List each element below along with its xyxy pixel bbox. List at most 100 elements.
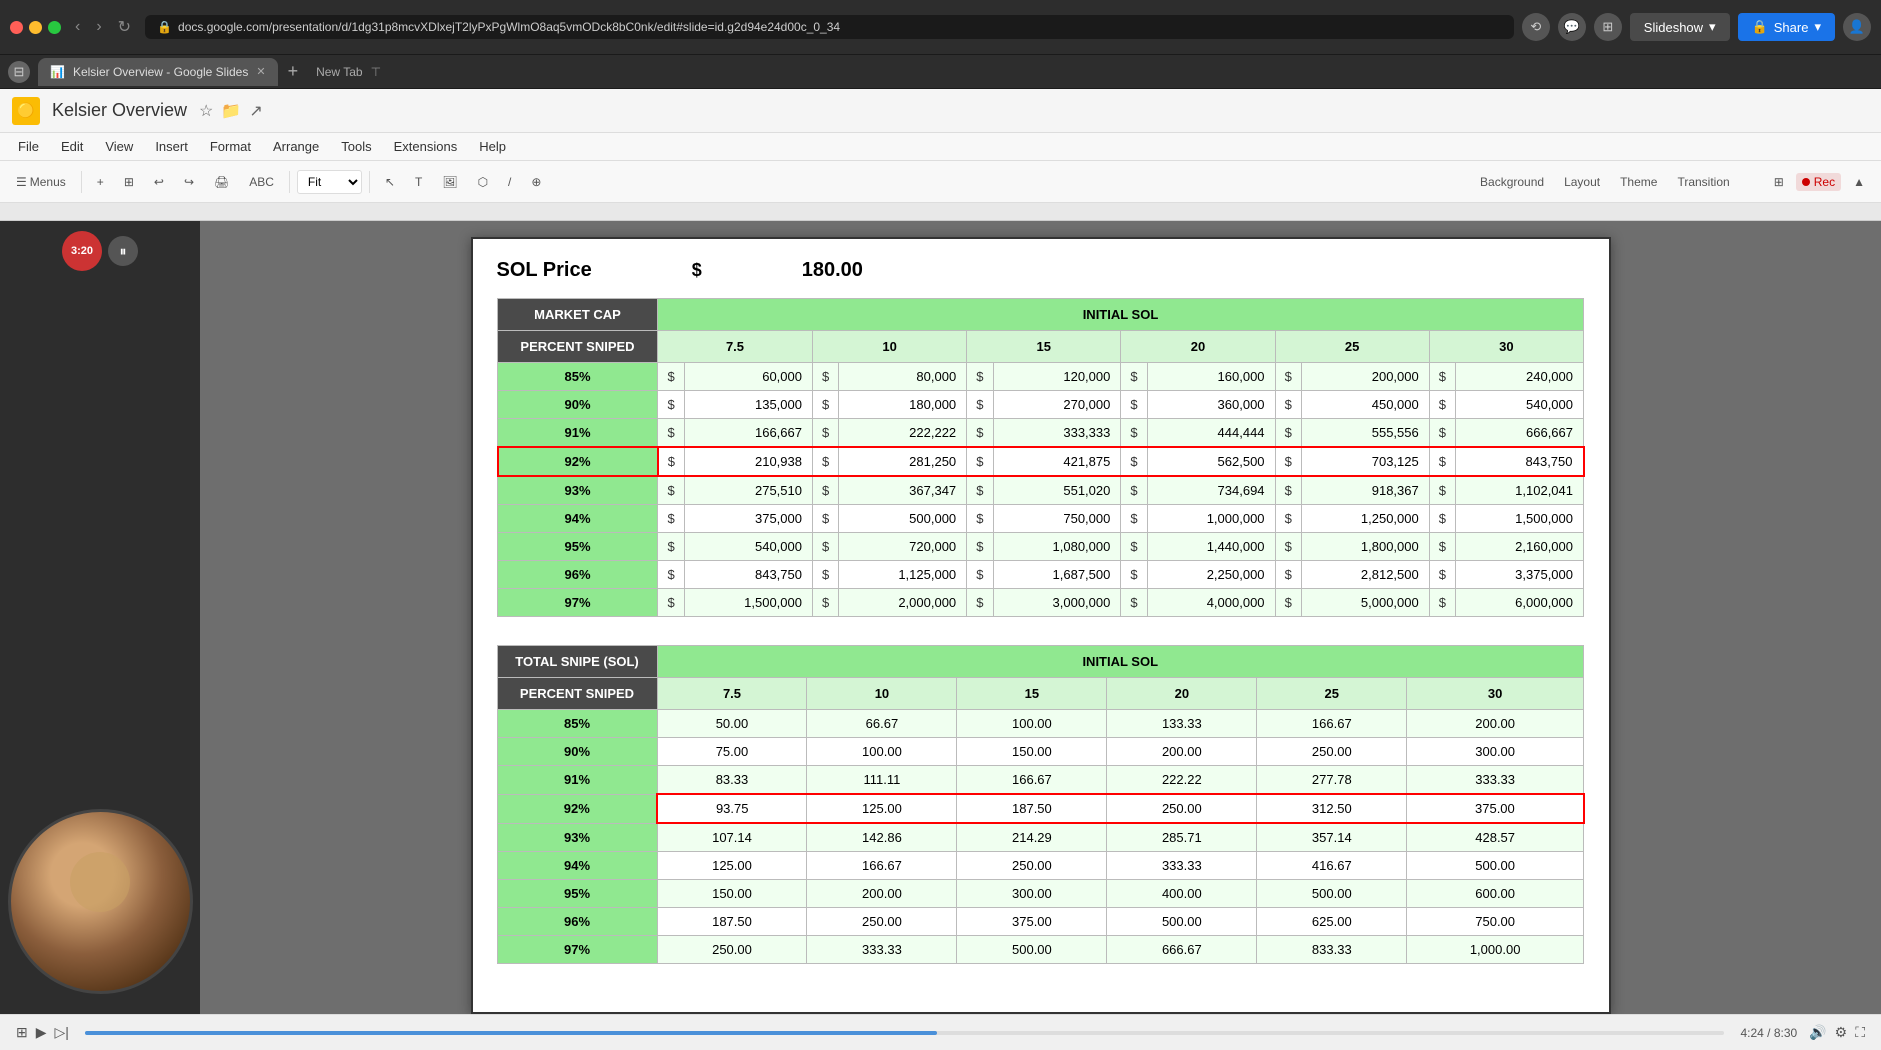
app-logo: 🟡 xyxy=(12,97,40,125)
snipe-value-cell: 83.33 xyxy=(657,766,807,795)
market-cap-table-container: MARKET CAP INITIAL SOL PERCENT SNIPED 7.… xyxy=(497,298,1585,617)
initial-sol-header-2: INITIAL SOL xyxy=(657,646,1584,678)
dollar-sign: $ xyxy=(1121,391,1147,419)
undo-button[interactable]: ↩ xyxy=(146,171,172,193)
value-cell: 918,367 xyxy=(1301,476,1429,505)
dollar-sign: $ xyxy=(967,363,993,391)
account-icon[interactable]: 👤 xyxy=(1843,13,1871,41)
value-cell: 2,160,000 xyxy=(1456,533,1584,561)
maximize-button[interactable] xyxy=(48,21,61,34)
rec-time: 3:20 xyxy=(71,245,93,257)
tab-kelsier[interactable]: 📊 Kelsier Overview - Google Slides ✕ xyxy=(38,58,278,86)
fit-screen-button[interactable]: ⊞ xyxy=(1766,171,1792,193)
share-doc-icon[interactable]: ↗ xyxy=(249,101,262,121)
menu-arrange[interactable]: Arrange xyxy=(263,136,329,157)
image-tool[interactable]: 🖼 xyxy=(434,171,465,193)
more-shapes[interactable]: ⊕ xyxy=(523,171,549,193)
layout-sel-button[interactable]: Layout xyxy=(1556,171,1608,193)
line-tool[interactable]: / xyxy=(500,171,519,193)
progress-bar-container[interactable] xyxy=(69,1031,1741,1035)
snipe-value-cell: 285.71 xyxy=(1107,823,1257,852)
progress-bar[interactable] xyxy=(85,1031,1725,1035)
snipe-value-cell: 133.33 xyxy=(1107,710,1257,738)
share-button[interactable]: 🔒 Share ▾ xyxy=(1738,13,1835,41)
comment-icon[interactable]: 💬 xyxy=(1558,13,1586,41)
main-area: 3:20 ⏸ SOL Price $ 180.00 xyxy=(0,221,1881,1014)
table-row: 97%250.00333.33500.00666.67833.331,000.0… xyxy=(497,936,1584,964)
chevron-up-button[interactable]: ▲ xyxy=(1845,171,1873,193)
transition-button[interactable]: Transition xyxy=(1669,171,1737,193)
refresh-button[interactable]: ↻ xyxy=(112,15,137,39)
snipe-value-cell: 214.29 xyxy=(957,823,1107,852)
star-icon[interactable]: ☆ xyxy=(199,101,213,121)
menu-format[interactable]: Format xyxy=(200,136,261,157)
shape-tool[interactable]: ⬡ xyxy=(470,171,496,193)
value-cell: 450,000 xyxy=(1301,391,1429,419)
spell-button[interactable]: ABC xyxy=(241,171,282,193)
snipe-value-cell: 150.00 xyxy=(657,880,807,908)
tab-bar: ⊟ 📊 Kelsier Overview - Google Slides ✕ +… xyxy=(0,55,1881,89)
grid-view-button[interactable]: ⊞ xyxy=(16,1024,28,1041)
value-cell: 750,000 xyxy=(993,505,1121,533)
slideshow-label: Slideshow xyxy=(1644,20,1703,35)
text-tool[interactable]: T xyxy=(407,171,430,193)
redo-button[interactable]: ↪ xyxy=(176,171,202,193)
dollar-sign: $ xyxy=(967,589,993,617)
menu-file[interactable]: File xyxy=(8,136,49,157)
menu-extensions[interactable]: Extensions xyxy=(384,136,468,157)
rec-timer: 3:20 xyxy=(62,231,102,271)
tab-close-icon[interactable]: ✕ xyxy=(256,65,265,78)
value-cell: 135,000 xyxy=(685,391,813,419)
menus-button[interactable]: ☰ Menus xyxy=(8,171,74,193)
next-slide-button[interactable]: ▷| xyxy=(55,1024,69,1041)
menu-tools[interactable]: Tools xyxy=(331,136,381,157)
snipe-value-cell: 250.00 xyxy=(657,936,807,964)
snipe-value-cell: 166.67 xyxy=(957,766,1107,795)
settings-button[interactable]: ⚙ xyxy=(1835,1024,1848,1041)
dollar-sign: $ xyxy=(658,447,685,476)
dollar-sign: $ xyxy=(812,391,838,419)
pause-button[interactable]: ⏸ xyxy=(108,236,138,266)
folder-icon[interactable]: 📁 xyxy=(221,101,241,121)
table-row: 94%$375,000$500,000$750,000$1,000,000$1,… xyxy=(498,505,1584,533)
table-row: 96%187.50250.00375.00500.00625.00750.00 xyxy=(497,908,1584,936)
pct-cell: 97% xyxy=(497,936,657,964)
menu-insert[interactable]: Insert xyxy=(145,136,198,157)
background-button[interactable]: Background xyxy=(1472,171,1552,193)
slide-canvas-area[interactable]: SOL Price $ 180.00 MARKET CAP INITIAL SO… xyxy=(200,221,1881,1014)
print-button[interactable]: 🖨 xyxy=(206,171,237,193)
menu-help[interactable]: Help xyxy=(469,136,516,157)
select-tool[interactable]: ↖ xyxy=(377,171,403,193)
zoom-select[interactable]: Fit 50% 75% 100% xyxy=(297,170,362,194)
snipe-value-cell: 66.67 xyxy=(807,710,957,738)
forward-button[interactable]: › xyxy=(90,16,107,38)
table-row: 95%150.00200.00300.00400.00500.00600.00 xyxy=(497,880,1584,908)
value-cell: 1,687,500 xyxy=(993,561,1121,589)
minimize-button[interactable] xyxy=(29,21,42,34)
sidebar-toggle[interactable]: ⊟ xyxy=(8,61,30,83)
menu-view[interactable]: View xyxy=(95,136,143,157)
snipe-value-cell: 750.00 xyxy=(1407,908,1584,936)
slideshow-button[interactable]: Slideshow ▾ xyxy=(1630,13,1730,41)
history-icon[interactable]: ⟲ xyxy=(1522,13,1550,41)
present-icon[interactable]: ⊞ xyxy=(1594,13,1622,41)
layout-button[interactable]: ⊞ xyxy=(116,171,142,193)
play-button[interactable]: ▶ xyxy=(36,1024,47,1041)
volume-button[interactable]: 🔊 xyxy=(1809,1024,1826,1041)
add-slide-button[interactable]: + xyxy=(89,171,112,193)
table-row: 92%93.75125.00187.50250.00312.50375.00 xyxy=(497,794,1584,823)
theme-button[interactable]: Theme xyxy=(1612,171,1665,193)
dollar-sign: $ xyxy=(967,447,993,476)
address-bar[interactable]: 🔒 docs.google.com/presentation/d/1dg31p8… xyxy=(145,15,1514,39)
new-tab-button[interactable]: + xyxy=(282,61,305,82)
menu-edit[interactable]: Edit xyxy=(51,136,93,157)
dollar-sign: $ xyxy=(967,476,993,505)
dollar-sign: $ xyxy=(658,533,685,561)
dollar-sign: $ xyxy=(658,419,685,448)
value-cell: 555,556 xyxy=(1301,419,1429,448)
fullscreen-button[interactable]: ⛶ xyxy=(1855,1024,1865,1041)
back-button[interactable]: ‹ xyxy=(69,16,86,38)
dollar-sign: $ xyxy=(812,505,838,533)
dollar-sign: $ xyxy=(1121,363,1147,391)
close-button[interactable] xyxy=(10,21,23,34)
